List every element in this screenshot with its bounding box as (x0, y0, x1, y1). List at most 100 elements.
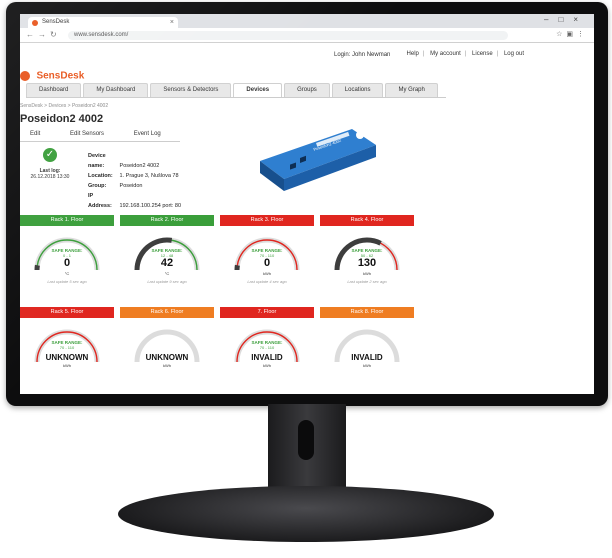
page-title: Poseidon2 4002 (20, 113, 104, 125)
detail-row: Group: Poseidon (88, 183, 143, 189)
close-icon[interactable]: × (573, 15, 588, 24)
extension-icon[interactable]: ▣ (566, 31, 577, 38)
tab-close-icon[interactable]: × (170, 17, 174, 28)
edit-button[interactable]: Edit (20, 131, 40, 137)
sensor-card[interactable]: 7. Floor SAFE RANGE: 70 - 110 INVALID kWh (220, 307, 314, 378)
tab-dashboard[interactable]: Dashboard (26, 83, 82, 97)
cable-slot (298, 420, 314, 460)
sensor-name: Rack 8. Floor (320, 307, 414, 318)
sensor-unit: kWh (363, 363, 371, 368)
device-status: ✓ Last log: 26.12.2018 13:30 (30, 148, 70, 180)
sensor-card[interactable]: Rack 4. Floor SAFE RANGE: 50 - 62 130 kWh Las… (320, 215, 414, 286)
last-update: Last update 2 sec ago (347, 279, 387, 284)
tab-locations[interactable]: Locations (331, 83, 384, 97)
device-actions: Edit Edit Sensors Event Log (20, 131, 180, 142)
tab-sensors-detectors[interactable]: Sensors & Detectors (150, 83, 232, 97)
sensor-gauge: SAFE RANGE: 70 - 110 INVALID kWh (220, 318, 314, 378)
sensor-gauge: UNKNOWN kWh (120, 318, 214, 378)
safe-range-value: 70 - 110 (259, 345, 275, 350)
top-links: Help | My account | License | Log out (406, 51, 524, 57)
browser-nav: ←→↻ (26, 30, 61, 39)
my-account-link[interactable]: My account (430, 51, 461, 57)
sensor-value: INVALID (251, 353, 283, 362)
browser-tab[interactable]: SensDesk × (28, 17, 178, 28)
sensor-unit: kWh (163, 363, 171, 368)
sensor-value: 130 (357, 257, 377, 269)
sensor-card[interactable]: Rack 8. Floor INVALID kWh (320, 307, 414, 378)
sensor-name: 7. Floor (220, 307, 314, 318)
sensor-gauge: SAFE RANGE: 12 - 48 42 °C Last update 9 sec … (120, 226, 214, 286)
sensor-gauge: SAFE RANGE: 0 - 1 0 °C Last update 5 sec ago (20, 226, 114, 286)
help-link[interactable]: Help (407, 51, 419, 57)
last-update: Last update 5 sec ago (47, 279, 87, 284)
sensor-card[interactable]: Rack 5. Floor SAFE RANGE: 70 - 110 UNKNOWN k… (20, 307, 114, 378)
address-bar: ←→↻ www.sensdesk.com/ ☆▣⋮ (20, 28, 594, 43)
last-update: Last update 9 sec ago (147, 279, 187, 284)
sensor-value: 0 (263, 257, 271, 269)
forward-icon[interactable]: → (38, 30, 50, 39)
detail-row: Device name: Poseidon2 4002 (88, 153, 160, 169)
device-details: Device name: Poseidon2 4002 Location: 1.… (88, 151, 181, 211)
page: Login: John Newman Help | My account | Lic… (20, 43, 594, 368)
check-icon: ✓ (43, 148, 57, 162)
browser-window: SensDesk × –□× ←→↻ www.sensdesk.com/ ☆▣⋮… (20, 14, 594, 394)
login-label: Login: John Newman (334, 52, 391, 58)
sensor-name: Rack 2. Floor (120, 215, 214, 226)
sensor-unit: °C (64, 271, 70, 276)
logout-link[interactable]: Log out (504, 51, 524, 57)
sensor-card[interactable]: Rack 1. Floor SAFE RANGE: 0 - 1 0 °C Last upd… (20, 215, 114, 286)
sensor-name: Rack 3. Floor (220, 215, 314, 226)
detail-row: Location: 1. Prague 3, Nušlova 78 (88, 173, 179, 179)
sensor-unit: °C (164, 271, 170, 276)
reload-icon[interactable]: ↻ (50, 30, 61, 39)
back-icon[interactable]: ← (26, 30, 38, 39)
breadcrumb[interactable]: SensDesk > Devices > Poseidon2 4002 (20, 103, 108, 109)
edit-sensors-button[interactable]: Edit Sensors (60, 131, 104, 137)
tab-my-dashboard[interactable]: My Dashboard (83, 83, 149, 97)
tab-devices[interactable]: Devices (233, 83, 283, 97)
url-field[interactable]: www.sensdesk.com/ (68, 31, 508, 40)
device-image: Poseidon2 4002 (260, 129, 376, 191)
minimize-icon[interactable]: – (544, 15, 558, 24)
main-nav: Dashboard My Dashboard Sensors & Detecto… (26, 83, 446, 98)
monitor: SensDesk × –□× ←→↻ www.sensdesk.com/ ☆▣⋮… (6, 2, 608, 406)
sensor-gauge: SAFE RANGE: 70 - 110 0 kWh Last update 4 sec… (220, 226, 314, 286)
sensor-value: INVALID (351, 353, 383, 362)
browser-titlebar: SensDesk × –□× (20, 14, 594, 28)
sensor-unit: kWh (263, 363, 271, 368)
maximize-icon[interactable]: □ (558, 15, 573, 24)
tab-groups[interactable]: Groups (284, 83, 330, 97)
sensor-unit: kWh (63, 363, 71, 368)
sensor-card[interactable]: Rack 3. Floor SAFE RANGE: 70 - 110 0 kWh Last… (220, 215, 314, 286)
license-link[interactable]: License (472, 51, 493, 57)
sensor-value: 42 (160, 257, 174, 269)
star-icon[interactable]: ☆ (556, 31, 566, 38)
monitor-base (118, 486, 494, 542)
sensor-gauge: SAFE RANGE: 50 - 62 130 kWh Last update 2 se… (320, 226, 414, 286)
sensor-value: UNKNOWN (45, 353, 89, 362)
tab-title: SensDesk (42, 19, 70, 25)
detail-row: IP Address: 192.168.100.254 port: 80 (88, 193, 182, 209)
sensor-value: 0 (63, 257, 71, 269)
sensor-gauge: SAFE RANGE: 70 - 110 UNKNOWN kWh (20, 318, 114, 378)
favicon-icon (32, 20, 38, 26)
sensor-name: Rack 1. Floor (20, 215, 114, 226)
window-controls[interactable]: –□× (544, 15, 588, 24)
sensor-name: Rack 5. Floor (20, 307, 114, 318)
extension-icons: ☆▣⋮ (556, 30, 588, 38)
sensor-unit: kWh (363, 271, 371, 276)
sensor-card[interactable]: Rack 2. Floor SAFE RANGE: 12 - 48 42 °C Last … (120, 215, 214, 286)
safe-range-value: 70 - 110 (59, 345, 75, 350)
sensor-name: Rack 6. Floor (120, 307, 214, 318)
logo-icon (20, 70, 30, 81)
menu-icon[interactable]: ⋮ (577, 31, 588, 38)
sensor-gauge: INVALID kWh (320, 318, 414, 378)
sensor-unit: kWh (263, 271, 271, 276)
sensor-card[interactable]: Rack 6. Floor UNKNOWN kWh (120, 307, 214, 378)
last-log-value: 26.12.2018 13:30 (30, 174, 70, 180)
brand-name: SensDesk (36, 70, 85, 82)
event-log-button[interactable]: Event Log (124, 131, 161, 137)
last-update: Last update 4 sec ago (247, 279, 287, 284)
top-bar: Login: John Newman Help | My account | Lic… (92, 43, 524, 65)
tab-my-graph[interactable]: My Graph (385, 83, 438, 97)
